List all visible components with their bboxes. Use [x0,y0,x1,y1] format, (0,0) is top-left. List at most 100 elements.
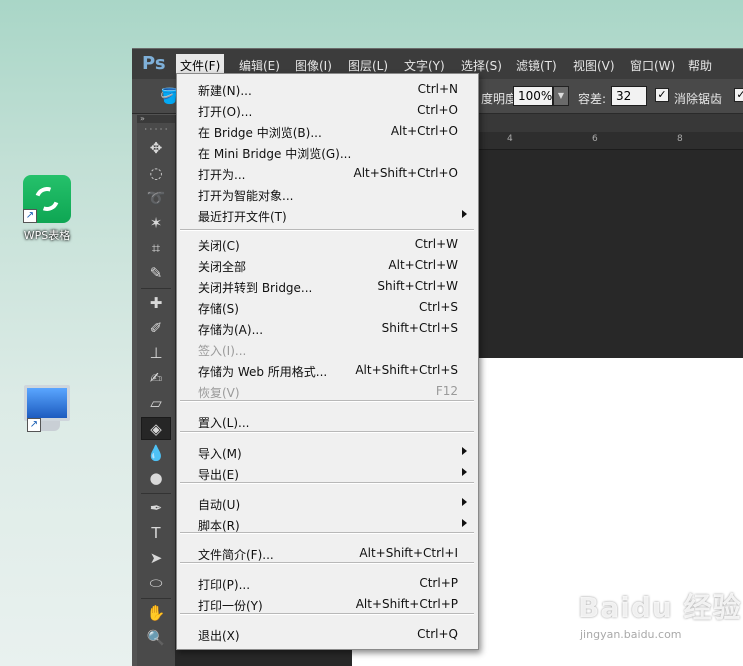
menu-separator [180,562,474,564]
baidu-watermark: Baidu 经验 jingyan.baidu.com [566,578,741,658]
path-selection-tool-icon[interactable]: ➤ [141,547,171,570]
menu-item-shortcut: Ctrl+W [414,237,458,251]
menu-item-label: 打开为... [198,168,246,182]
eraser-tool-icon[interactable]: ▱ [141,392,171,415]
menu-help[interactable]: 帮助 [688,57,712,74]
file-menu-item[interactable]: 关闭并转到 Bridge... Shift+Ctrl+W [177,276,477,297]
contiguous-checkbox[interactable]: ✓ [734,88,743,102]
file-menu-item[interactable]: 打开(O)... Ctrl+O [177,100,477,121]
tools-panel: » · · · · · ✥ ◌ ➰ ✶ ⌗ ✎ ✚ ✐ ⊥ ✍ ▱ ◈ 💧 ● … [137,115,176,666]
menu-item-shortcut: Ctrl+Q [417,627,458,641]
file-menu-item[interactable]: 打开为... Alt+Shift+Ctrl+O [177,163,477,184]
grip-dots-icon: · · · · · [144,125,168,134]
move-tool-icon[interactable]: ✥ [141,137,171,160]
desktop-icon-wps[interactable]: ↗ WPS表格 [17,175,77,243]
menu-item-label: 文件简介(F)... [198,548,274,562]
file-menu-item[interactable]: 在 Mini Bridge 中浏览(G)... [177,142,477,163]
file-menu-item[interactable]: 关闭(C) Ctrl+W [177,234,477,255]
antialias-label: 消除锯齿 [674,92,723,106]
menu-item-label: 在 Bridge 中浏览(B)... [198,126,322,140]
file-menu-item: 恢复(V) F12 [177,381,477,402]
menu-view[interactable]: 视图(V) [573,57,615,74]
menu-item-label: 打印(P)... [198,578,251,592]
zoom-tool-icon[interactable]: 🔍 [141,627,171,650]
shape-tool-icon[interactable]: ⬭ [141,572,171,595]
menu-item-label: 导入(M) [198,447,242,461]
menu-select[interactable]: 选择(S) [461,57,502,74]
menu-item-label: 存储为 Web 所用格式... [198,365,328,379]
menu-separator [180,229,474,231]
menu-item-label: 关闭并转到 Bridge... [198,281,313,295]
file-menu-item[interactable]: 导出(E) [177,463,477,484]
type-tool-icon[interactable]: T [141,522,171,545]
ruler-number: 6 [592,134,598,144]
file-menu-item[interactable]: 导入(M) [177,442,477,463]
file-menu-item[interactable]: 存储(S) Ctrl+S [177,297,477,318]
crop-tool-icon[interactable]: ⌗ [141,237,171,260]
menu-item-label: 打开为智能对象... [198,189,294,203]
file-menu-item[interactable]: 打印(P)... Ctrl+P [177,573,477,594]
file-menu-item[interactable]: 打开为智能对象... [177,184,477,205]
menu-item-shortcut: Alt+Shift+Ctrl+S [355,363,458,377]
menu-item-shortcut: Ctrl+N [417,82,458,96]
file-menu-item[interactable]: 关闭全部 Alt+Ctrl+W [177,255,477,276]
wps-spreadsheet-icon: ↗ [23,175,71,223]
paint-bucket-tool-icon[interactable]: ◈ [141,417,171,440]
file-menu-item[interactable]: 在 Bridge 中浏览(B)... Alt+Ctrl+O [177,121,477,142]
menu-item-label: 在 Mini Bridge 中浏览(G)... [198,147,352,161]
file-menu-item[interactable]: 文件简介(F)... Alt+Shift+Ctrl+I [177,543,477,564]
tolerance-input[interactable]: 32 [611,86,647,106]
clone-stamp-tool-icon[interactable]: ⊥ [141,342,171,365]
file-menu-item[interactable]: 打印一份(Y) Alt+Shift+Ctrl+P [177,594,477,615]
document-background [477,150,743,358]
menu-item-label: 最近打开文件(T) [198,210,287,224]
submenu-arrow-icon [462,447,467,455]
file-menu-item: 签入(I)... [177,339,477,360]
desktop-icon-computer[interactable]: ↗ [17,385,77,432]
menu-item-label: 关闭(C) [198,239,240,253]
menu-edit[interactable]: 编辑(E) [239,57,280,74]
menu-type[interactable]: 文字(Y) [404,57,445,74]
dodge-tool-icon[interactable]: ● [141,467,171,490]
menu-window[interactable]: 窗口(W) [630,57,675,74]
menu-image[interactable]: 图像(I) [295,57,332,74]
menu-filter[interactable]: 滤镜(T) [516,57,557,74]
file-menu-item[interactable]: 存储为 Web 所用格式... Alt+Shift+Ctrl+S [177,360,477,381]
healing-brush-tool-icon[interactable]: ✚ [141,292,171,315]
menu-layer[interactable]: 图层(L) [348,57,388,74]
shortcut-arrow-icon: ↗ [23,209,37,223]
lasso-tool-icon[interactable]: ➰ [141,187,171,210]
menu-item-label: 退出(X) [198,629,240,643]
opacity-input[interactable]: 100% [513,86,553,106]
magic-wand-tool-icon[interactable]: ✶ [141,212,171,235]
file-menu-item[interactable]: 自动(U) [177,493,477,514]
horizontal-ruler: 4 6 8 [477,132,743,150]
menu-item-label: 存储为(A)... [198,323,264,337]
file-menu-item[interactable]: 置入(L)... [177,411,477,432]
brush-tool-icon[interactable]: ✐ [141,317,171,340]
menu-item-label: 关闭全部 [198,260,247,274]
submenu-arrow-icon [462,468,467,476]
menu-item-label: 导出(E) [198,468,239,482]
pen-tool-icon[interactable]: ✒ [141,497,171,520]
watermark-text: Baidu 经验 [578,591,742,624]
blur-tool-icon[interactable]: 💧 [141,442,171,465]
file-menu-item[interactable]: 最近打开文件(T) [177,205,477,226]
submenu-arrow-icon [462,498,467,506]
menu-item-shortcut: Ctrl+O [417,103,458,117]
antialias-checkbox[interactable]: ✓ [655,88,669,102]
ruler-number: 8 [677,134,683,144]
history-brush-tool-icon[interactable]: ✍ [141,367,171,390]
file-menu-item[interactable]: 存储为(A)... Shift+Ctrl+S [177,318,477,339]
photoshop-logo: Ps [142,53,166,74]
menu-item-label: 存储(S) [198,302,239,316]
file-menu-item[interactable]: 退出(X) Ctrl+Q [177,624,477,645]
opacity-dropdown-icon[interactable]: ▼ [553,86,569,106]
file-menu-item[interactable]: 新建(N)... Ctrl+N [177,79,477,100]
menu-separator [180,613,474,615]
eyedropper-tool-icon[interactable]: ✎ [141,262,171,285]
menu-separator [180,400,474,402]
hand-tool-icon[interactable]: ✋ [141,602,171,625]
marquee-tool-icon[interactable]: ◌ [141,162,171,185]
panel-grip[interactable]: » [137,115,175,123]
